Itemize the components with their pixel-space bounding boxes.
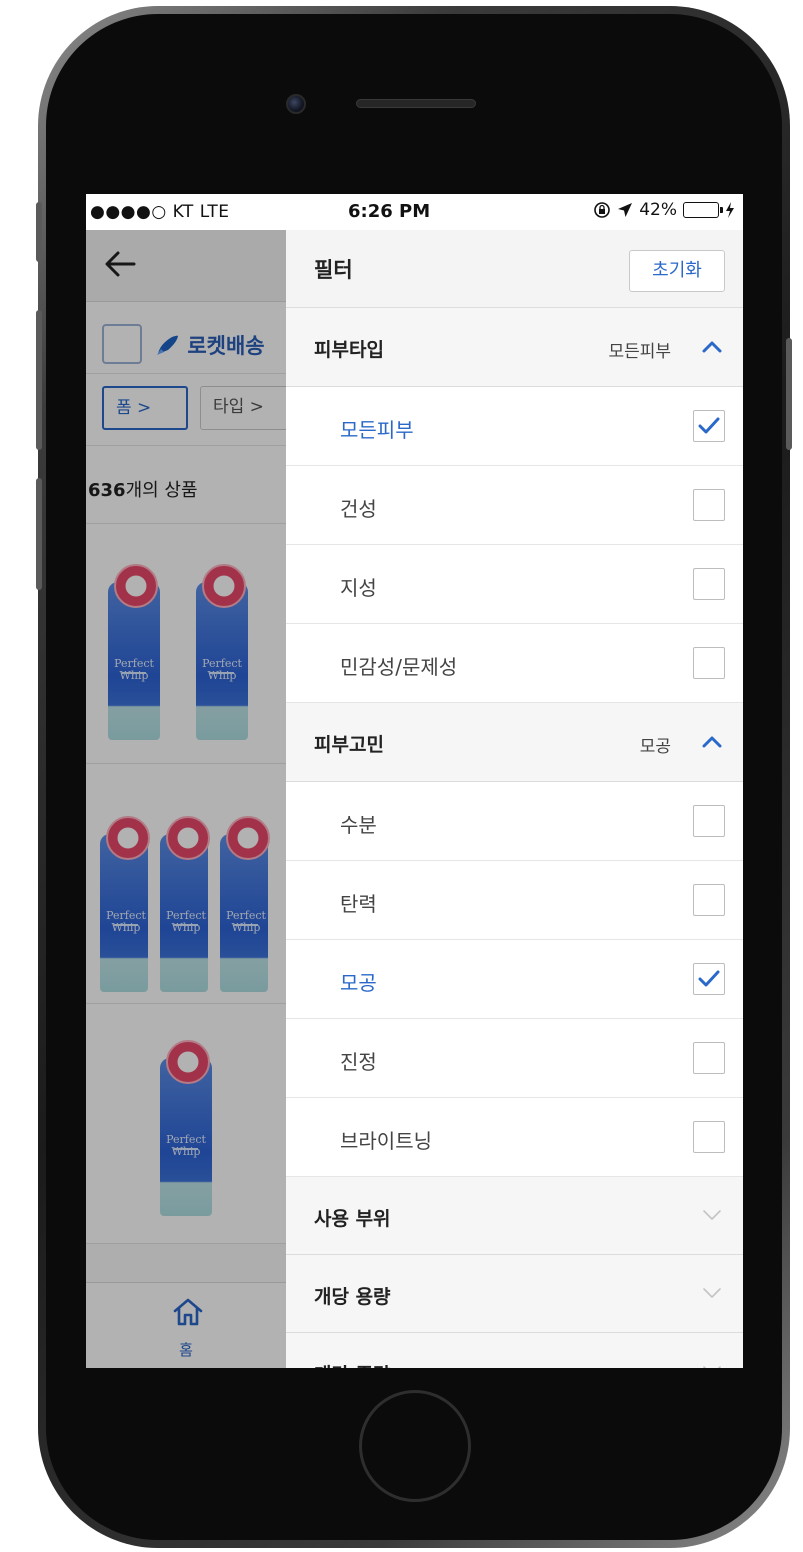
status-right-group: 42%: [593, 200, 735, 220]
section-header-skin-type[interactable]: 피부타입 모든피부: [286, 308, 743, 387]
option-checkbox[interactable]: [693, 805, 725, 837]
carrier-signal: ●●●●○ KT LTE: [90, 202, 230, 222]
option-label: 모든피부: [340, 418, 414, 442]
volume-up-button: [36, 310, 42, 450]
option-checkbox[interactable]: [693, 963, 725, 995]
location-arrow-icon: [618, 203, 633, 217]
status-bar: ●●●●○ KT LTE 6:26 PM 42%: [86, 194, 743, 230]
section-title: 개당 중량: [314, 1360, 391, 1368]
section-title: 개당 용량: [314, 1286, 391, 1308]
chevron-down-icon[interactable]: [701, 1363, 723, 1368]
front-camera: [286, 94, 306, 114]
volume-down-button: [36, 478, 42, 590]
chevron-up-icon[interactable]: [701, 731, 723, 753]
option-label: 수분: [340, 813, 377, 837]
section-header-usage-area[interactable]: 사용 부위: [286, 1177, 743, 1255]
section-title: 피부타입: [314, 339, 384, 361]
earpiece-speaker: [356, 99, 476, 108]
option-label: 건성: [340, 497, 377, 521]
option-checkbox[interactable]: [693, 647, 725, 679]
option-label: 민감성/문제성: [340, 655, 458, 679]
option-label: 탄력: [340, 892, 377, 916]
filter-title: 필터: [314, 258, 353, 282]
option-label: 지성: [340, 576, 377, 600]
option-checkbox[interactable]: [693, 489, 725, 521]
option-row[interactable]: 진정: [286, 1019, 743, 1098]
section-summary: 모공: [639, 737, 671, 757]
option-row[interactable]: 수분: [286, 782, 743, 861]
option-checkbox[interactable]: [693, 568, 725, 600]
screen: ●●●●○ KT LTE 6:26 PM 42% 로켓배송 폼 > 타입 > 6…: [86, 194, 743, 1368]
checkmark-icon: [698, 417, 720, 434]
dim-overlay[interactable]: [86, 230, 286, 1368]
option-row[interactable]: 민감성/문제성: [286, 624, 743, 703]
option-row[interactable]: 탄력: [286, 861, 743, 940]
status-time: 6:26 PM: [348, 201, 431, 222]
reset-button[interactable]: 초기화: [629, 250, 725, 292]
option-checkbox[interactable]: [693, 1121, 725, 1153]
chevron-down-icon[interactable]: [701, 1207, 723, 1223]
option-checkbox[interactable]: [693, 884, 725, 916]
option-label: 브라이트닝: [340, 1129, 432, 1153]
option-row[interactable]: 브라이트닝: [286, 1098, 743, 1177]
section-header-unit-weight[interactable]: 개당 중량: [286, 1333, 743, 1368]
option-checkbox[interactable]: [693, 1042, 725, 1074]
filter-header: 필터 초기화: [286, 230, 743, 308]
chevron-up-icon[interactable]: [701, 336, 723, 358]
battery-percent: 42%: [639, 200, 677, 220]
section-title: 피부고민: [314, 734, 384, 756]
checkmark-icon: [698, 970, 720, 987]
option-row[interactable]: 건성: [286, 466, 743, 545]
charging-bolt-icon: [726, 202, 734, 218]
section-title: 사용 부위: [314, 1208, 391, 1230]
battery-icon: [683, 202, 723, 218]
option-row[interactable]: 모공: [286, 940, 743, 1019]
section-header-unit-volume[interactable]: 개당 용량: [286, 1255, 743, 1333]
rotation-lock-icon: [594, 202, 611, 218]
section-summary: 모든피부: [608, 342, 671, 362]
option-label: 모공: [340, 971, 377, 995]
filter-panel: 필터 초기화 피부타입 모든피부 모든피부 건성 지성 민감성/문제성 피부고민: [286, 230, 743, 1368]
option-row[interactable]: 지성: [286, 545, 743, 624]
home-button[interactable]: [359, 1390, 471, 1502]
section-header-skin-concern[interactable]: 피부고민 모공: [286, 703, 743, 782]
option-checkbox[interactable]: [693, 410, 725, 442]
option-label: 진정: [340, 1050, 377, 1074]
chevron-down-icon[interactable]: [701, 1285, 723, 1301]
power-button: [786, 338, 792, 450]
mute-switch: [36, 202, 42, 262]
option-row[interactable]: 모든피부: [286, 387, 743, 466]
